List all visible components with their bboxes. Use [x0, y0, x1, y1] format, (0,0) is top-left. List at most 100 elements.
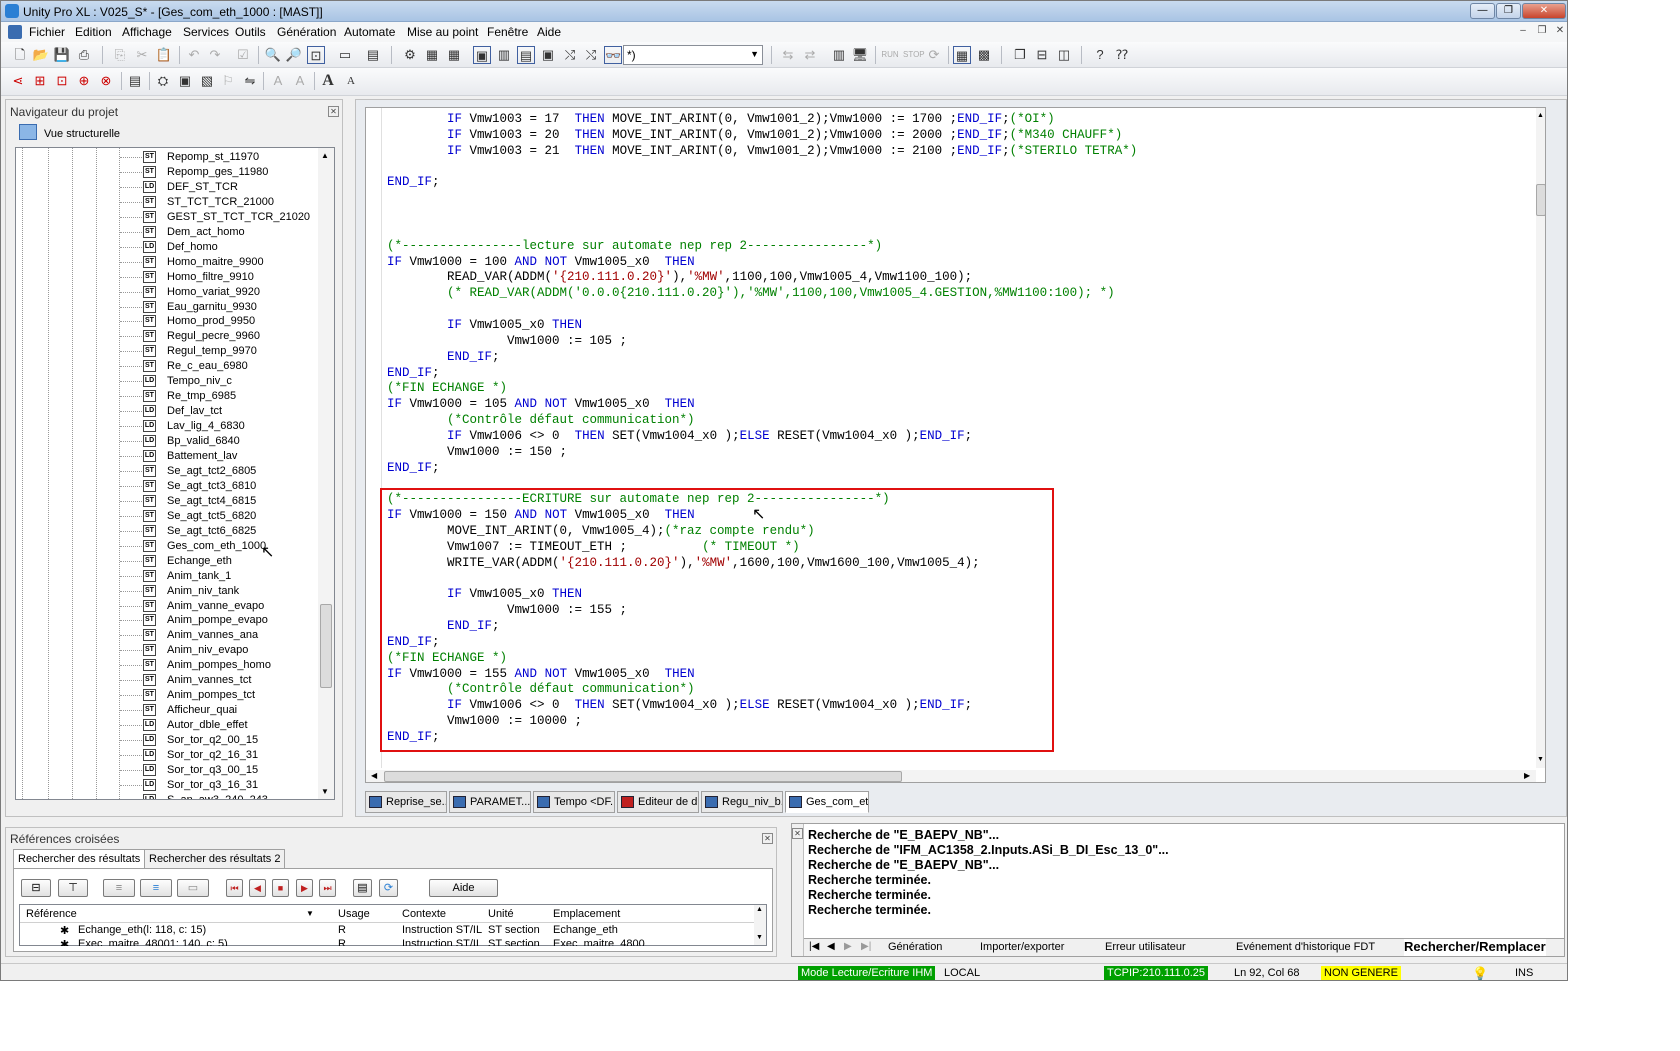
- animation-icon[interactable]: ▦: [953, 46, 971, 64]
- rebuild-icon[interactable]: ▦: [423, 46, 441, 64]
- tree-scroll-thumb[interactable]: [320, 604, 332, 688]
- tab-generation[interactable]: Génération: [888, 939, 942, 956]
- tree-item[interactable]: ST Anim_vannes_tct: [16, 673, 316, 688]
- tree-item[interactable]: ST Se_agt_tct3_6810: [16, 479, 316, 494]
- tree-item[interactable]: ST Dem_act_homo: [16, 225, 316, 240]
- doc-tab-tempo[interactable]: Tempo <DF...: [533, 791, 615, 813]
- fit-zoom-icon[interactable]: ⊡: [307, 46, 325, 64]
- tree-item[interactable]: ST Homo_variat_9920: [16, 285, 316, 300]
- data-select-icon[interactable]: ⛭: [154, 72, 172, 90]
- cut-icon[interactable]: ✂: [133, 46, 151, 64]
- close-panel-icon[interactable]: ✕: [762, 833, 773, 844]
- replace-icon[interactable]: ⇋: [241, 72, 259, 90]
- validate-icon[interactable]: ☑: [234, 46, 252, 64]
- tree-item[interactable]: ST Anim_pompes_tct: [16, 688, 316, 703]
- copy-icon[interactable]: ⎘: [111, 46, 129, 64]
- previous-result-button[interactable]: ◀: [249, 879, 266, 897]
- tab-prev-icon[interactable]: ◀: [827, 939, 835, 956]
- scroll-up-icon[interactable]: ▲: [1537, 112, 1544, 119]
- data-editor-icon[interactable]: ▤: [517, 46, 535, 64]
- transfer-icon[interactable]: ▥: [830, 46, 848, 64]
- tree-item[interactable]: ST Re_tmp_6985: [16, 389, 316, 404]
- scroll-up-icon[interactable]: ▲: [321, 151, 329, 160]
- scroll-down-icon[interactable]: ▼: [756, 934, 763, 941]
- column-header[interactable]: Unité: [488, 908, 514, 920]
- close-panel-icon[interactable]: ✕: [328, 106, 339, 117]
- help-button[interactable]: Aide: [429, 879, 498, 897]
- column-header[interactable]: Référence: [26, 908, 77, 920]
- menu-fenetre[interactable]: Fenêtre: [487, 25, 528, 39]
- menu-mise-au-point[interactable]: Mise au point: [407, 25, 478, 39]
- tab-search-results-2[interactable]: Rechercher des résultats 2: [144, 849, 286, 869]
- tree-item[interactable]: LD DEF_ST_TCR: [16, 180, 316, 195]
- last-result-button[interactable]: ⏭: [319, 879, 336, 897]
- scroll-left-icon[interactable]: ◀: [371, 771, 377, 780]
- binoculars-icon[interactable]: 👓: [604, 46, 622, 64]
- menu-services[interactable]: Services: [183, 25, 229, 39]
- tree-item[interactable]: ST Anim_niv_tank: [16, 584, 316, 599]
- redo-icon[interactable]: ↷: [206, 46, 224, 64]
- menu-affichage[interactable]: Affichage: [122, 25, 172, 39]
- xref-scrollbar[interactable]: ▲ ▼: [754, 905, 766, 945]
- filter-write-button[interactable]: ▭: [177, 879, 209, 897]
- minimize-button[interactable]: —: [1470, 3, 1495, 19]
- tree-item[interactable]: ST ST_TCT_TCR_21000: [16, 195, 316, 210]
- tab-first-icon[interactable]: |◀: [809, 939, 819, 956]
- tree-item[interactable]: ST Anim_pompes_homo: [16, 658, 316, 673]
- tree-item[interactable]: ST Regul_temp_9970: [16, 344, 316, 359]
- scroll-down-icon[interactable]: ▼: [321, 787, 329, 796]
- zoom-in-icon[interactable]: 🔍: [264, 46, 282, 64]
- doc-tab-regu[interactable]: Regu_niv_b...: [701, 791, 783, 813]
- st-for-icon[interactable]: ⊕: [75, 72, 93, 90]
- rebuild-all-icon[interactable]: ▦: [445, 46, 463, 64]
- tree-item[interactable]: ST Homo_maitre_9900: [16, 255, 316, 270]
- font-smaller-icon[interactable]: A: [269, 72, 287, 90]
- column-header[interactable]: Contexte: [402, 908, 446, 920]
- tab-fdt-history[interactable]: Evénement d'historique FDT: [1236, 939, 1375, 956]
- init-icon[interactable]: ⟳: [925, 46, 943, 64]
- st-case-icon[interactable]: ⊡: [53, 72, 71, 90]
- editor-vscrollbar[interactable]: ▲ ▼: [1536, 108, 1545, 768]
- tree-item[interactable]: ST Regul_pecre_9960: [16, 329, 316, 344]
- hierarchy-button[interactable]: ⊤: [58, 879, 88, 897]
- tree-item[interactable]: LD Battement_lav: [16, 449, 316, 464]
- tree-item[interactable]: ST Anim_vanne_evapo: [16, 599, 316, 614]
- font-decrease-icon[interactable]: A: [342, 72, 360, 90]
- context-help-icon[interactable]: ⁇: [1113, 46, 1131, 64]
- editor-vscroll-thumb[interactable]: [1536, 184, 1545, 216]
- cascade-icon[interactable]: ❐: [1011, 46, 1029, 64]
- full-screen-icon[interactable]: ▭: [336, 46, 354, 64]
- stop-icon[interactable]: STOP: [903, 46, 925, 64]
- tree-item[interactable]: LD Sor_tor_q2_00_15: [16, 733, 316, 748]
- zoom-out-icon[interactable]: 🔎: [285, 46, 303, 64]
- animation-table-icon[interactable]: ▣: [539, 46, 557, 64]
- tab-user-error[interactable]: Erreur utilisateur: [1105, 939, 1186, 956]
- project-browser-icon[interactable]: ▣: [473, 46, 491, 64]
- tree-item[interactable]: ST Re_c_eau_6980: [16, 359, 316, 374]
- export-button[interactable]: ▤: [353, 879, 372, 897]
- tree-item[interactable]: LD Sor_tor_q3_16_31: [16, 778, 316, 793]
- filter-button[interactable]: ≡: [103, 879, 135, 897]
- tree-item[interactable]: LD Bp_valid_6840: [16, 434, 316, 449]
- tree-item[interactable]: ST Homo_prod_9950: [16, 314, 316, 329]
- tree-view-button[interactable]: ⊟: [21, 879, 51, 897]
- type-library-icon[interactable]: ⤭: [561, 46, 579, 64]
- tree-item[interactable]: ST Se_agt_tct5_6820: [16, 509, 316, 524]
- tree-item[interactable]: LD S_an_aw3_240_243: [16, 793, 316, 799]
- tile-vertical-icon[interactable]: ◫: [1055, 46, 1073, 64]
- st-while-icon[interactable]: ⊗: [97, 72, 115, 90]
- font-bigger-icon[interactable]: A: [291, 72, 309, 90]
- menu-automate[interactable]: Automate: [344, 25, 395, 39]
- st-if-icon[interactable]: ⊞: [31, 72, 49, 90]
- paste-icon[interactable]: 📋: [155, 46, 173, 64]
- tree-item[interactable]: LD Autor_dble_effet: [16, 718, 316, 733]
- tree-item[interactable]: ST Anim_vannes_ana: [16, 628, 316, 643]
- run-icon[interactable]: RUN: [881, 46, 899, 64]
- tree-item[interactable]: ST Repomp_ges_11980: [16, 165, 316, 180]
- menu-fichier[interactable]: Fichier: [29, 25, 65, 39]
- menu-edition[interactable]: Edition: [75, 25, 112, 39]
- refresh-button[interactable]: ⟳: [379, 879, 398, 897]
- debug-icon[interactable]: ▩: [975, 46, 993, 64]
- undo-icon[interactable]: ↶: [185, 46, 203, 64]
- open-folder-icon[interactable]: 📂: [32, 46, 50, 64]
